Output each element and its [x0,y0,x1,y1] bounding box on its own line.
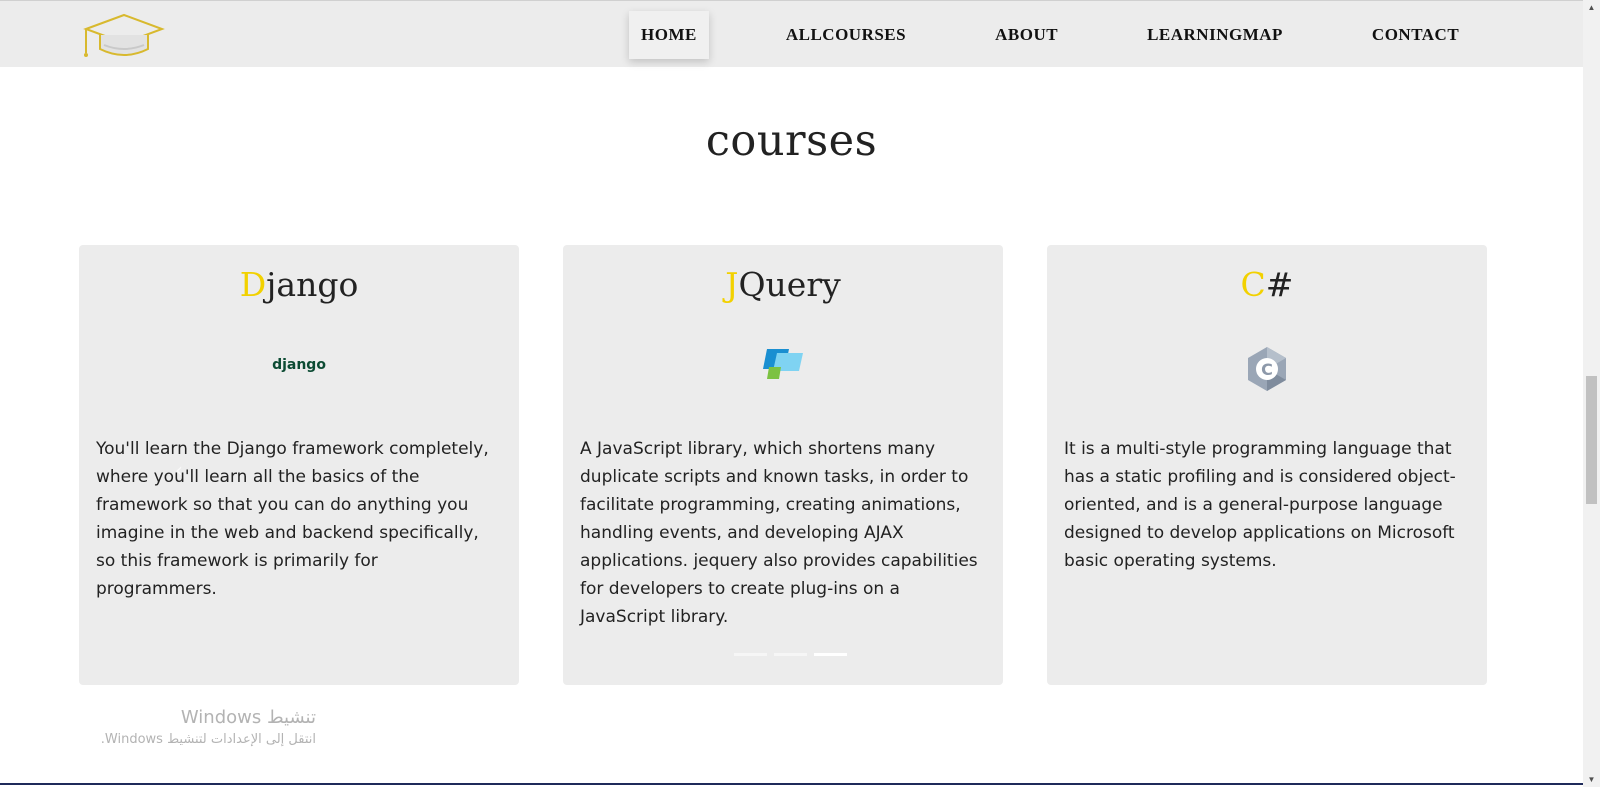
scroll-thumb[interactable] [1586,376,1597,504]
card-title: JQuery [725,265,841,304]
course-card-jquery[interactable]: JQuery A JavaScript library, which short… [563,245,1003,685]
nav-about[interactable]: ABOUT [983,11,1070,59]
card-title: C# [1240,265,1294,304]
course-card-django[interactable]: Django django You'll learn the Django fr… [79,245,519,685]
carousel-indicators [734,653,847,656]
django-logo-icon: django [272,357,326,373]
carousel-prev-button[interactable]: ‹ [175,458,183,482]
card-description: A JavaScript library, which shortens man… [580,439,978,627]
nav-allcourses[interactable]: ALLCOURSES [774,11,918,59]
watermark-title: تنشيط Windows [180,707,316,728]
graduation-cap-logo[interactable] [82,13,166,59]
card-title: Django [239,265,359,304]
main-nav: HOME ALLCOURSES ABOUT LEARNINGMAP CONTAC… [629,11,1471,59]
chevron-left-icon: ‹ [175,458,183,482]
carousel-dot-3[interactable] [814,653,847,656]
svg-text:C: C [1261,360,1273,379]
footer-border [0,783,1583,785]
scroll-down-icon[interactable]: ▼ [1583,772,1600,787]
carousel-dot-1[interactable] [734,653,767,656]
nav-home[interactable]: HOME [629,11,709,59]
navbar: HOME ALLCOURSES ABOUT LEARNINGMAP CONTAC… [0,0,1583,67]
scroll-up-icon[interactable]: ▲ [1583,0,1600,15]
card-description: You'll learn the Django framework comple… [96,439,489,599]
jquery-logo-icon [763,349,803,379]
csharp-logo-icon: C [1248,347,1286,391]
windows-activation-watermark: تنشيط Windows انتقل إلى الإعدادات لتنشيط… [80,705,316,749]
watermark-subtitle: انتقل إلى الإعدادات لتنشيط Windows. [100,732,316,747]
svg-text:django: django [272,357,326,373]
course-card-csharp[interactable]: C# C It is a multi-style programming lan… [1047,245,1487,685]
card-description: It is a multi-style programming language… [1064,439,1456,571]
carousel-dot-2[interactable] [774,653,807,656]
nav-learningmap[interactable]: LEARNINGMAP [1135,11,1295,59]
section-title: courses [705,116,878,166]
nav-contact[interactable]: CONTACT [1360,11,1471,59]
vertical-scrollbar[interactable]: ▲ ▼ [1583,0,1600,787]
